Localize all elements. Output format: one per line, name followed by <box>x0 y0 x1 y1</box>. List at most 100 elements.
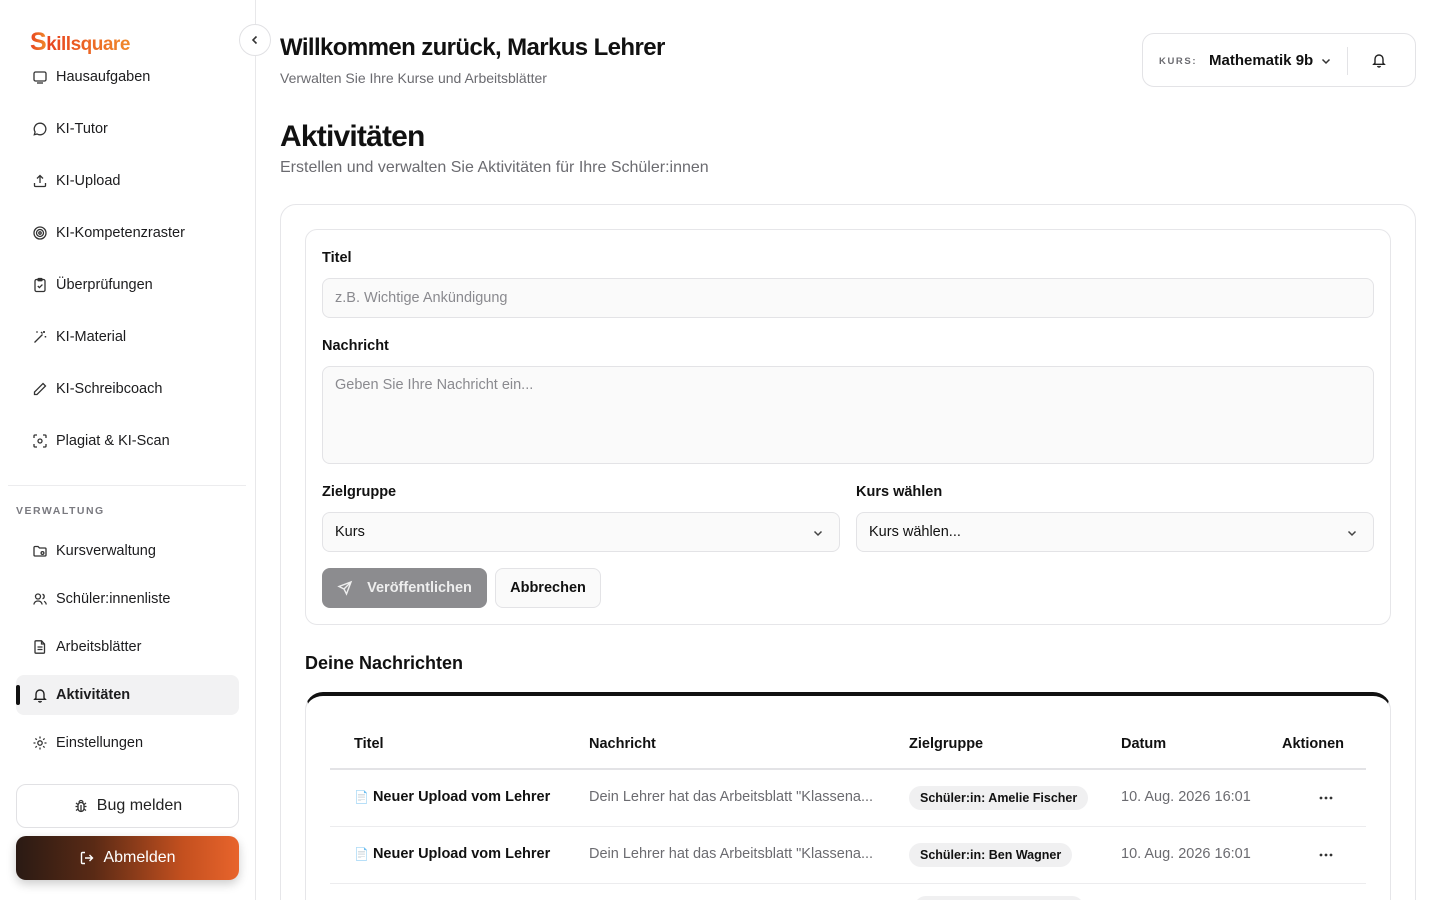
sidebar-section-label: VERWALTUNG <box>16 505 105 517</box>
title-label: Titel <box>322 250 352 266</box>
sidebar-item-label: Arbeitsblätter <box>56 639 142 655</box>
column-header-title[interactable]: Titel <box>354 736 384 752</box>
scan-icon <box>32 433 48 449</box>
more-actions-icon[interactable] <box>1314 843 1338 867</box>
row-title: 📄 Neuer Upload vom Lehrer <box>354 846 550 862</box>
target-group-select[interactable]: Kurs <box>322 512 840 552</box>
course-select[interactable]: Kurs wählen... <box>856 512 1374 552</box>
bug-report-button[interactable]: Bug melden <box>16 784 239 828</box>
sidebar-item-label: KI-Upload <box>56 173 121 189</box>
chevron-down-icon[interactable] <box>1319 54 1333 68</box>
course-selector[interactable]: Mathematik 9b <box>1209 52 1313 69</box>
sidebar: Skillsquare Hausaufgaben KI-Tutor KI-Upl… <box>0 0 256 900</box>
notification-bell-icon[interactable] <box>1371 52 1387 68</box>
column-header-date[interactable]: Datum <box>1121 736 1166 752</box>
course-selector-box: KURS: Mathematik 9b <box>1142 33 1416 87</box>
page-subtitle: Erstellen und verwalten Sie Aktivitäten … <box>280 159 709 176</box>
row-divider <box>330 883 1366 884</box>
sidebar-item-ki-upload[interactable]: KI-Upload <box>16 161 239 201</box>
sidebar-item-hausaufgaben[interactable]: Hausaufgaben <box>16 62 239 97</box>
sidebar-item-label: KI-Material <box>56 329 127 345</box>
magic-wand-icon <box>32 329 48 345</box>
course-select-label: Kurs wählen <box>856 484 943 500</box>
sidebar-item-label: Aktivitäten <box>56 687 131 703</box>
sidebar-item-label: KI-Kompetenzraster <box>56 225 185 241</box>
sidebar-item-label: Hausaufgaben <box>56 69 151 85</box>
target-group-label: Zielgruppe <box>322 484 397 500</box>
sidebar-item-ki-material[interactable]: KI-Material <box>16 317 239 357</box>
upload-icon <box>32 173 48 189</box>
sidebar-item-label: Überprüfungen <box>56 277 153 293</box>
message-textarea[interactable] <box>323 367 1373 463</box>
column-header-actions: Aktionen <box>1282 736 1345 752</box>
gear-icon <box>32 735 48 751</box>
course-select-value: Kurs wählen... <box>869 524 961 540</box>
app-logo[interactable]: Skillsquare <box>30 28 130 57</box>
title-input-wrapper <box>322 278 1374 318</box>
welcome-heading: Willkommen zurück, Markus Lehrer <box>280 34 665 61</box>
row-date: 10. Aug. 2026 16:01 <box>1121 789 1251 805</box>
sidebar-item-ueberpruefungen[interactable]: Überprüfungen <box>16 265 239 305</box>
sidebar-item-label: Einstellungen <box>56 735 144 751</box>
row-divider <box>330 826 1366 827</box>
sidebar-divider <box>8 485 246 486</box>
welcome-subtitle: Verwalten Sie Ihre Kurse und Arbeitsblät… <box>280 70 547 86</box>
users-icon <box>32 591 48 607</box>
sidebar-item-arbeitsblaetter[interactable]: Arbeitsblätter <box>16 627 239 667</box>
sidebar-item-label: Schüler:innenliste <box>56 591 171 607</box>
target-badge: Schüler:in: Ben Wagner <box>909 843 1073 867</box>
row-title-text: Neuer Upload vom Lehrer <box>372 789 551 805</box>
sidebar-item-label: KI-Tutor <box>56 121 108 137</box>
homework-icon <box>32 69 48 85</box>
active-indicator <box>16 685 20 705</box>
target-group-value: Kurs <box>335 524 365 540</box>
row-message: Dein Lehrer hat das Arbeitsblatt "Klasse… <box>589 846 874 862</box>
logout-button[interactable]: Abmelden <box>16 836 239 880</box>
header-divider <box>1347 47 1348 75</box>
row-date: 10. Aug. 2026 16:01 <box>1121 846 1251 862</box>
sidebar-item-label: Plagiat & KI-Scan <box>56 433 170 449</box>
sidebar-item-kursverwaltung[interactable]: Kursverwaltung <box>16 531 239 571</box>
chevron-left-icon <box>251 35 258 45</box>
chevron-down-icon <box>1347 530 1357 537</box>
sidebar-item-label: KI-Schreibcoach <box>56 381 163 397</box>
target-badge-partial <box>914 896 1084 900</box>
logout-label: Abmelden <box>103 849 176 866</box>
document-icon <box>32 639 48 655</box>
logout-icon <box>81 851 94 865</box>
target-badge: Schüler:in: Amelie Fischer <box>909 786 1089 810</box>
chat-bubble-icon <box>32 121 48 137</box>
clipboard-check-icon <box>32 277 48 293</box>
message-input-wrapper <box>322 366 1374 464</box>
sidebar-nav[interactable]: Hausaufgaben KI-Tutor KI-Upload KI-Kompe… <box>0 62 255 480</box>
messages-section-title: Deine Nachrichten <box>305 653 464 673</box>
sidebar-item-label: Kursverwaltung <box>56 543 156 559</box>
sidebar-item-plagiat-ki-scan[interactable]: Plagiat & KI-Scan <box>16 421 239 461</box>
publish-button[interactable]: Veröffentlichen <box>322 568 487 608</box>
column-header-message[interactable]: Nachricht <box>589 736 656 752</box>
page-title: Aktivitäten <box>280 120 425 153</box>
cancel-button[interactable]: Abbrechen <box>495 568 601 608</box>
document-icon: 📄 <box>354 790 369 804</box>
folder-settings-icon <box>32 543 48 559</box>
bell-icon <box>32 687 48 703</box>
document-icon: 📄 <box>354 847 369 861</box>
sidebar-item-ki-schreibcoach[interactable]: KI-Schreibcoach <box>16 369 239 409</box>
sidebar-item-schuelerinnenliste[interactable]: Schüler:innenliste <box>16 579 239 619</box>
chevron-down-icon <box>813 530 823 537</box>
row-message: Dein Lehrer hat das Arbeitsblatt "Klasse… <box>589 789 874 805</box>
message-label: Nachricht <box>322 338 389 354</box>
more-actions-icon[interactable] <box>1314 786 1338 810</box>
sidebar-item-einstellungen[interactable]: Einstellungen <box>16 723 239 763</box>
sidebar-collapse-button[interactable] <box>239 24 271 56</box>
sidebar-item-ki-tutor[interactable]: KI-Tutor <box>16 109 239 149</box>
bug-icon <box>75 799 87 813</box>
bug-report-label: Bug melden <box>96 797 183 814</box>
column-header-target[interactable]: Zielgruppe <box>909 736 983 752</box>
title-input[interactable] <box>323 279 1373 317</box>
row-title-text: Neuer Upload vom Lehrer <box>372 846 551 862</box>
sidebar-item-ki-kompetenzraster[interactable]: KI-Kompetenzraster <box>16 213 239 253</box>
sidebar-item-aktivitaeten[interactable]: Aktivitäten <box>16 675 239 715</box>
course-label: KURS: <box>1159 56 1198 67</box>
pen-icon <box>32 381 48 397</box>
